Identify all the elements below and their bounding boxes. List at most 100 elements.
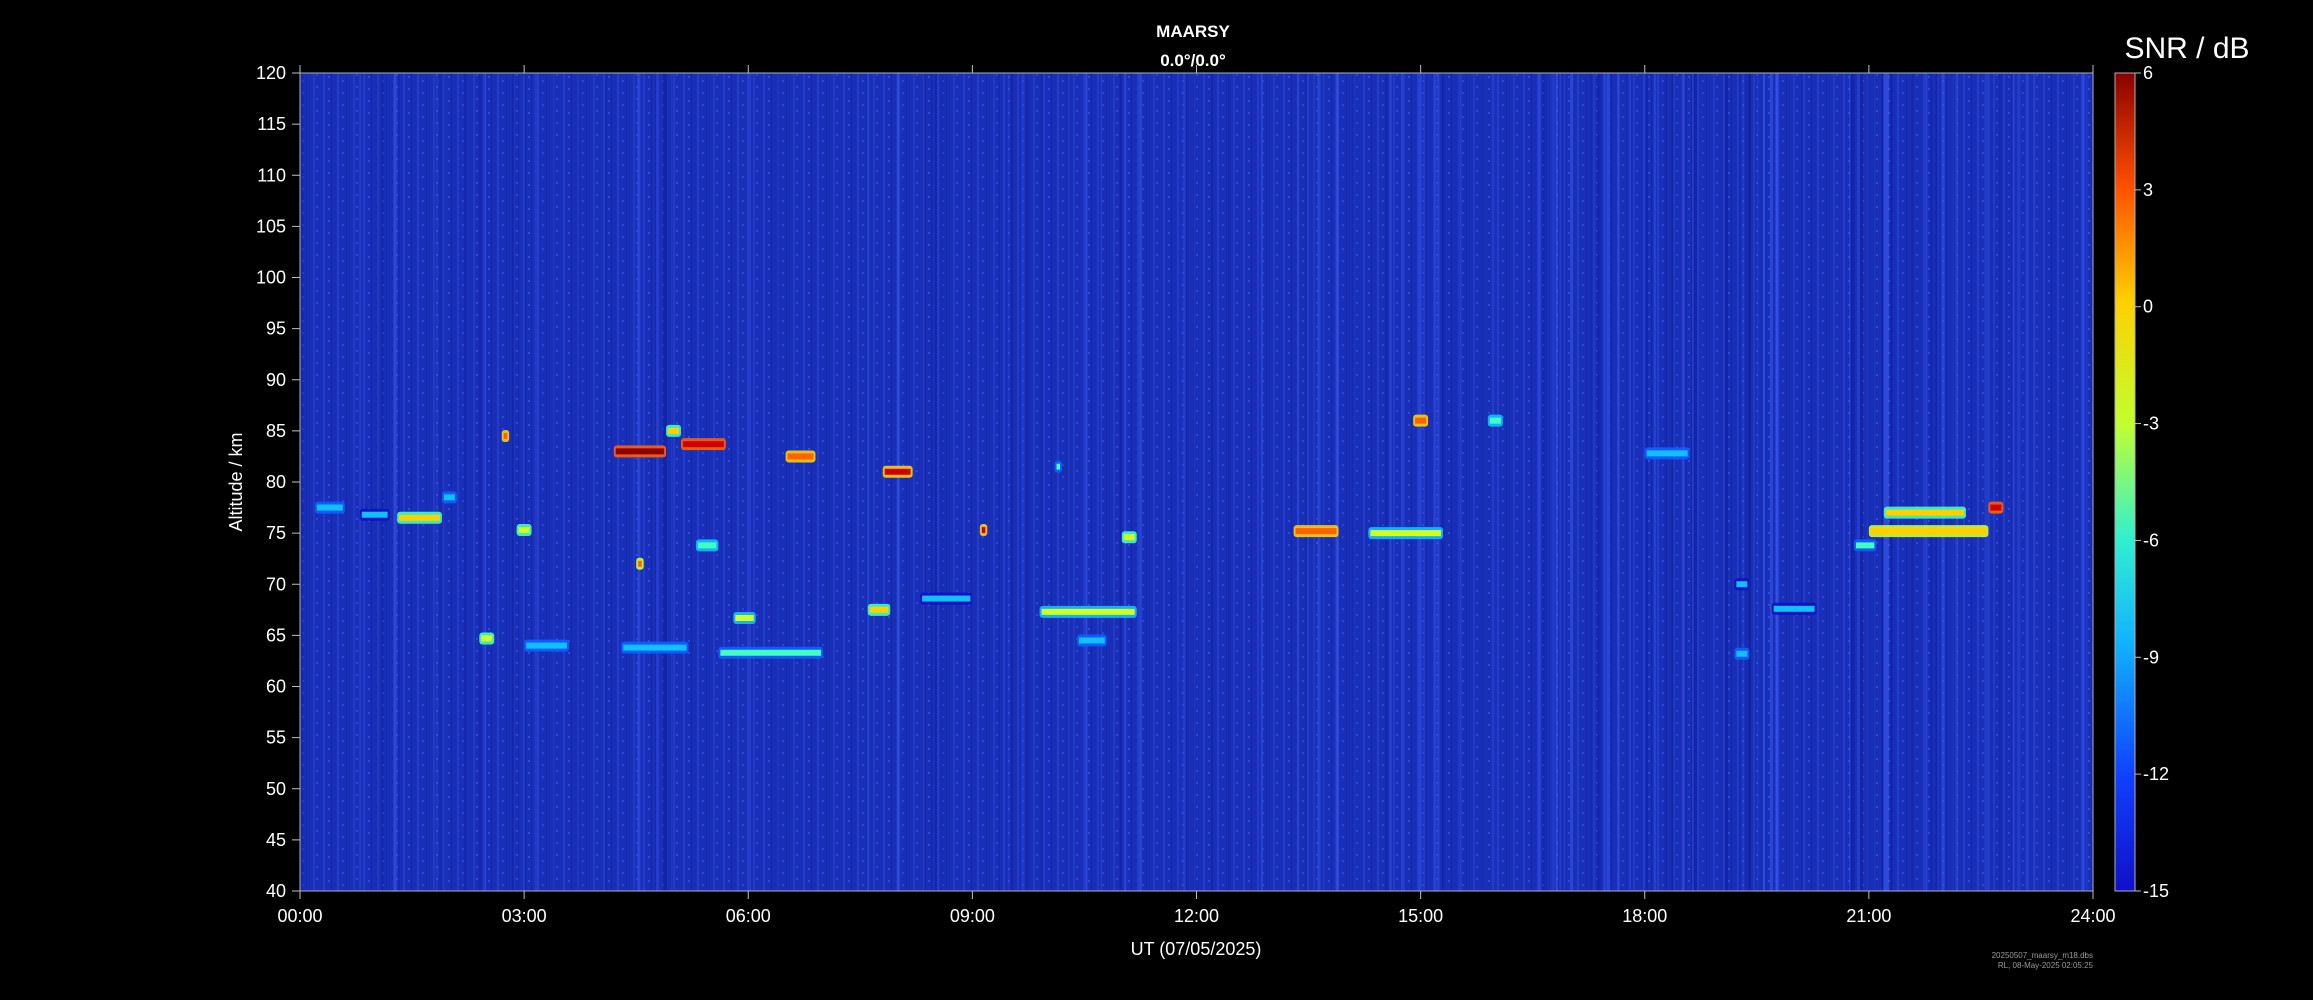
- noise-stripe: [517, 73, 519, 891]
- colorbar-ticks: 6 3 0 -3 -6 -9 -12 -15: [2135, 63, 2169, 901]
- echo-patch: [1885, 509, 1964, 516]
- noise-stripe: [1769, 73, 1773, 891]
- noise-stripe: [553, 73, 555, 891]
- noise-stripe: [1763, 73, 1766, 891]
- colorbar-tick-label: -6: [2143, 530, 2159, 550]
- echo-patch: [518, 527, 530, 534]
- echo-patch: [361, 511, 388, 518]
- noise-stripe: [1653, 73, 1656, 891]
- noise-stripe: [463, 73, 466, 891]
- noise-stripe: [1491, 73, 1495, 891]
- noise-stripe: [1998, 73, 2002, 891]
- echo-patch: [443, 494, 455, 501]
- echo-patch: [922, 595, 971, 602]
- x-tick-label: 03:00: [502, 906, 547, 926]
- noise-stripe: [1100, 73, 1102, 891]
- noise-stripe: [1228, 73, 1231, 891]
- noise-stripe: [1742, 73, 1744, 891]
- noise-stripe: [1119, 73, 1122, 891]
- noise-stripe: [671, 73, 673, 891]
- noise-stripe: [1297, 73, 1300, 891]
- x-tick-label: 18:00: [1622, 906, 1667, 926]
- colorbar-tick-label: -9: [2143, 647, 2159, 667]
- noise-stripe: [398, 73, 400, 891]
- noise-stripe: [1482, 73, 1485, 891]
- noise-stripe: [1561, 73, 1565, 891]
- noise-stripe: [1693, 73, 1697, 891]
- echo-patch: [884, 468, 911, 475]
- noise-stripe: [1748, 73, 1752, 891]
- echo-patch: [638, 560, 642, 567]
- noise-stripe: [1418, 73, 1422, 891]
- echo-patch: [1370, 530, 1442, 537]
- noise-stripe: [1570, 73, 1574, 891]
- noise-stripe: [1433, 73, 1437, 891]
- noise-stripe: [478, 73, 482, 891]
- footnote-file: 20250507_maarsy_m18.dbs: [1992, 951, 2093, 960]
- noise-stripe: [1212, 73, 1214, 891]
- noise-stripe: [443, 73, 445, 891]
- spectrogram-figure: MAARSY 0.0°/0.0° 00:00 03:00 06:00 09:00 12:…: [226, 22, 2250, 970]
- echo-patch: [399, 514, 440, 521]
- colorbar-tick-label: 3: [2143, 180, 2153, 200]
- noise-stripe: [867, 73, 870, 891]
- noise-stripe: [2082, 73, 2085, 891]
- noise-stripe: [1352, 73, 1355, 891]
- echo-patch: [1736, 581, 1748, 588]
- echo-patch: [1415, 417, 1427, 424]
- noise-stripe: [1193, 73, 1195, 891]
- noise-stripe: [1260, 73, 1263, 891]
- noise-stripe: [924, 73, 927, 891]
- noise-stripe: [1186, 73, 1188, 891]
- noise-stripe: [1597, 73, 1600, 891]
- echo-patch: [1736, 650, 1748, 657]
- noise-stripe: [749, 73, 751, 891]
- echo-patch: [623, 644, 687, 651]
- plot-subtitle: 0.0°/0.0°: [1160, 51, 1226, 70]
- noise-stripe: [359, 73, 361, 891]
- y-tick-label: 70: [266, 574, 286, 594]
- noise-stripe: [1757, 73, 1759, 891]
- noise-stripe: [2019, 73, 2021, 891]
- noise-stripe: [1068, 73, 1070, 891]
- x-tick-label: 06:00: [726, 906, 771, 926]
- noise-stripe: [1306, 73, 1309, 891]
- noise-stripe: [1681, 73, 1685, 891]
- noise-stripe: [1873, 73, 1875, 891]
- noise-stripe: [1851, 73, 1855, 891]
- noise-stripe: [485, 73, 487, 891]
- noise-stripe: [436, 73, 438, 891]
- echo-patch: [503, 432, 508, 439]
- y-tick-label: 65: [266, 625, 286, 645]
- noise-stripe: [1849, 73, 1851, 891]
- noise-stripe: [439, 73, 442, 891]
- noise-stripe: [1801, 73, 1803, 891]
- y-tick-label: 55: [266, 728, 286, 748]
- noise-stripe: [1442, 73, 1446, 891]
- echo-patch: [735, 614, 754, 621]
- y-tick-label: 105: [256, 216, 286, 236]
- noise-stripe: [577, 73, 579, 891]
- colorbar-tick-label: -12: [2143, 764, 2169, 784]
- noise-stripe: [1859, 73, 1863, 891]
- echo-patch: [1773, 605, 1815, 612]
- noise-stripe: [512, 73, 515, 891]
- x-tick-label: 09:00: [950, 906, 995, 926]
- noise-stripe: [1085, 73, 1088, 891]
- echo-patch: [1870, 528, 1987, 535]
- echo-patch: [526, 642, 567, 649]
- noise-stripe: [605, 73, 607, 891]
- noise-stripe: [1124, 73, 1127, 891]
- noise-stripe: [941, 73, 943, 891]
- noise-stripe: [1011, 73, 1014, 891]
- echo-patch: [1990, 504, 2002, 511]
- y-tick-label: 40: [266, 881, 286, 901]
- y-tick-label: 120: [256, 63, 286, 83]
- noise-stripe: [2025, 73, 2029, 891]
- noise-stripe: [1423, 73, 1425, 891]
- noise-stripe: [1317, 73, 1321, 891]
- noise-stripe: [637, 73, 641, 891]
- x-tick-label: 15:00: [1398, 906, 1443, 926]
- noise-stripe: [1866, 73, 1868, 891]
- plot-area: [300, 73, 2093, 891]
